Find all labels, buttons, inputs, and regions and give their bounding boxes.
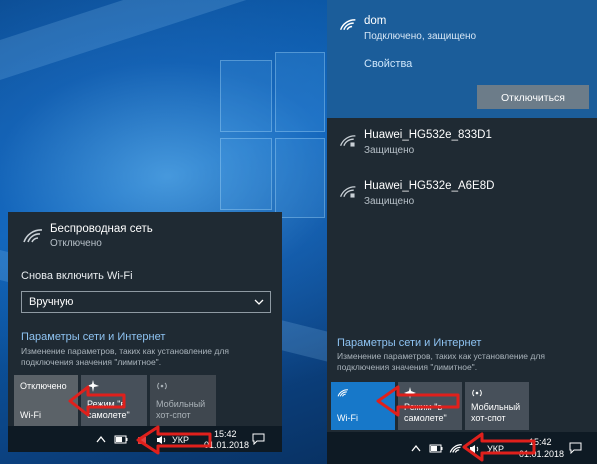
wifi-icon: [337, 389, 348, 397]
battery-icon[interactable]: [429, 444, 443, 453]
clock-time[interactable]: 15:42: [214, 429, 237, 439]
select-value: Вручную: [29, 296, 74, 308]
chevron-up-icon[interactable]: [96, 435, 106, 443]
network-status: Отключено: [50, 238, 102, 249]
annotation-arrow-icon: [462, 432, 536, 462]
network-name: Huawei_HG532e_833D1: [364, 129, 492, 141]
reenable-wifi-select[interactable]: Вручную: [21, 291, 271, 313]
reenable-wifi-label: Снова включить Wi-Fi: [21, 270, 133, 282]
mobile-hotspot-tile[interactable]: Мобильный хот-спот: [150, 375, 216, 427]
hotspot-icon: [472, 389, 482, 397]
wifi-icon: [339, 19, 356, 31]
network-list-item[interactable]: Huawei_HG532e_A6E8D Защищено: [327, 177, 597, 217]
network-settings-description: Изменение параметров, таких как установл…: [21, 346, 276, 368]
tile-label: Мобильный хот-спот: [471, 402, 521, 423]
description-line: Изменение параметров, таких как установл…: [21, 346, 229, 356]
network-flyout-wifi-off: Беспроводная сеть Отключено Снова включи…: [8, 212, 282, 427]
network-status: Защищено: [364, 145, 415, 156]
wallpaper-window-logo: [275, 52, 325, 132]
annotation-arrow-icon: [136, 425, 212, 455]
chevron-up-icon[interactable]: [411, 444, 421, 452]
network-settings-link[interactable]: Параметры сети и Интернет: [21, 331, 165, 343]
network-name: Huawei_HG532e_A6E8D: [364, 180, 495, 192]
annotation-arrow-icon: [68, 385, 126, 417]
hotspot-icon: [157, 382, 167, 390]
network-settings-description: Изменение параметров, таких как установл…: [337, 351, 595, 373]
connected-network[interactable]: dom Подключено, защищено Свойства Отключ…: [327, 0, 597, 118]
connected-network-status: Подключено, защищено: [364, 31, 477, 42]
network-settings-link[interactable]: Параметры сети и Интернет: [337, 337, 481, 349]
description-line: Изменение параметров, таких как установл…: [337, 351, 545, 361]
mobile-hotspot-tile[interactable]: Мобильный хот-спот: [465, 382, 529, 430]
action-center-icon[interactable]: [569, 442, 582, 454]
description-line: подключения значения "лимитное".: [21, 357, 162, 367]
chevron-down-icon: [254, 299, 264, 305]
wallpaper-window-logo: [220, 138, 272, 210]
tile-label: Wi-Fi: [20, 410, 41, 420]
action-center-icon[interactable]: [252, 433, 265, 445]
network-flyout-wifi-on: dom Подключено, защищено Свойства Отключ…: [327, 0, 597, 432]
wallpaper-window-logo: [275, 138, 325, 218]
wallpaper-window-logo: [220, 60, 272, 132]
wifi-icon: [23, 229, 43, 243]
tile-state: Отключено: [20, 381, 67, 391]
network-name: Беспроводная сеть: [50, 223, 153, 235]
properties-link[interactable]: Свойства: [364, 58, 412, 70]
tile-label: Мобильный хот-спот: [156, 399, 206, 420]
network-status: Защищено: [364, 196, 415, 207]
battery-icon[interactable]: [114, 435, 128, 444]
description-line: подключения значения "лимитное".: [337, 362, 478, 372]
disconnect-button[interactable]: Отключиться: [477, 85, 589, 109]
wifi-secured-icon: [340, 135, 356, 147]
connected-network-name: dom: [364, 15, 387, 27]
network-list-item[interactable]: Huawei_HG532e_833D1 Защищено: [327, 126, 597, 166]
tile-label: Wi-Fi: [337, 413, 358, 423]
annotation-arrow-icon: [376, 385, 460, 417]
wifi-icon[interactable]: [449, 442, 463, 454]
wifi-secured-icon: [340, 186, 356, 198]
